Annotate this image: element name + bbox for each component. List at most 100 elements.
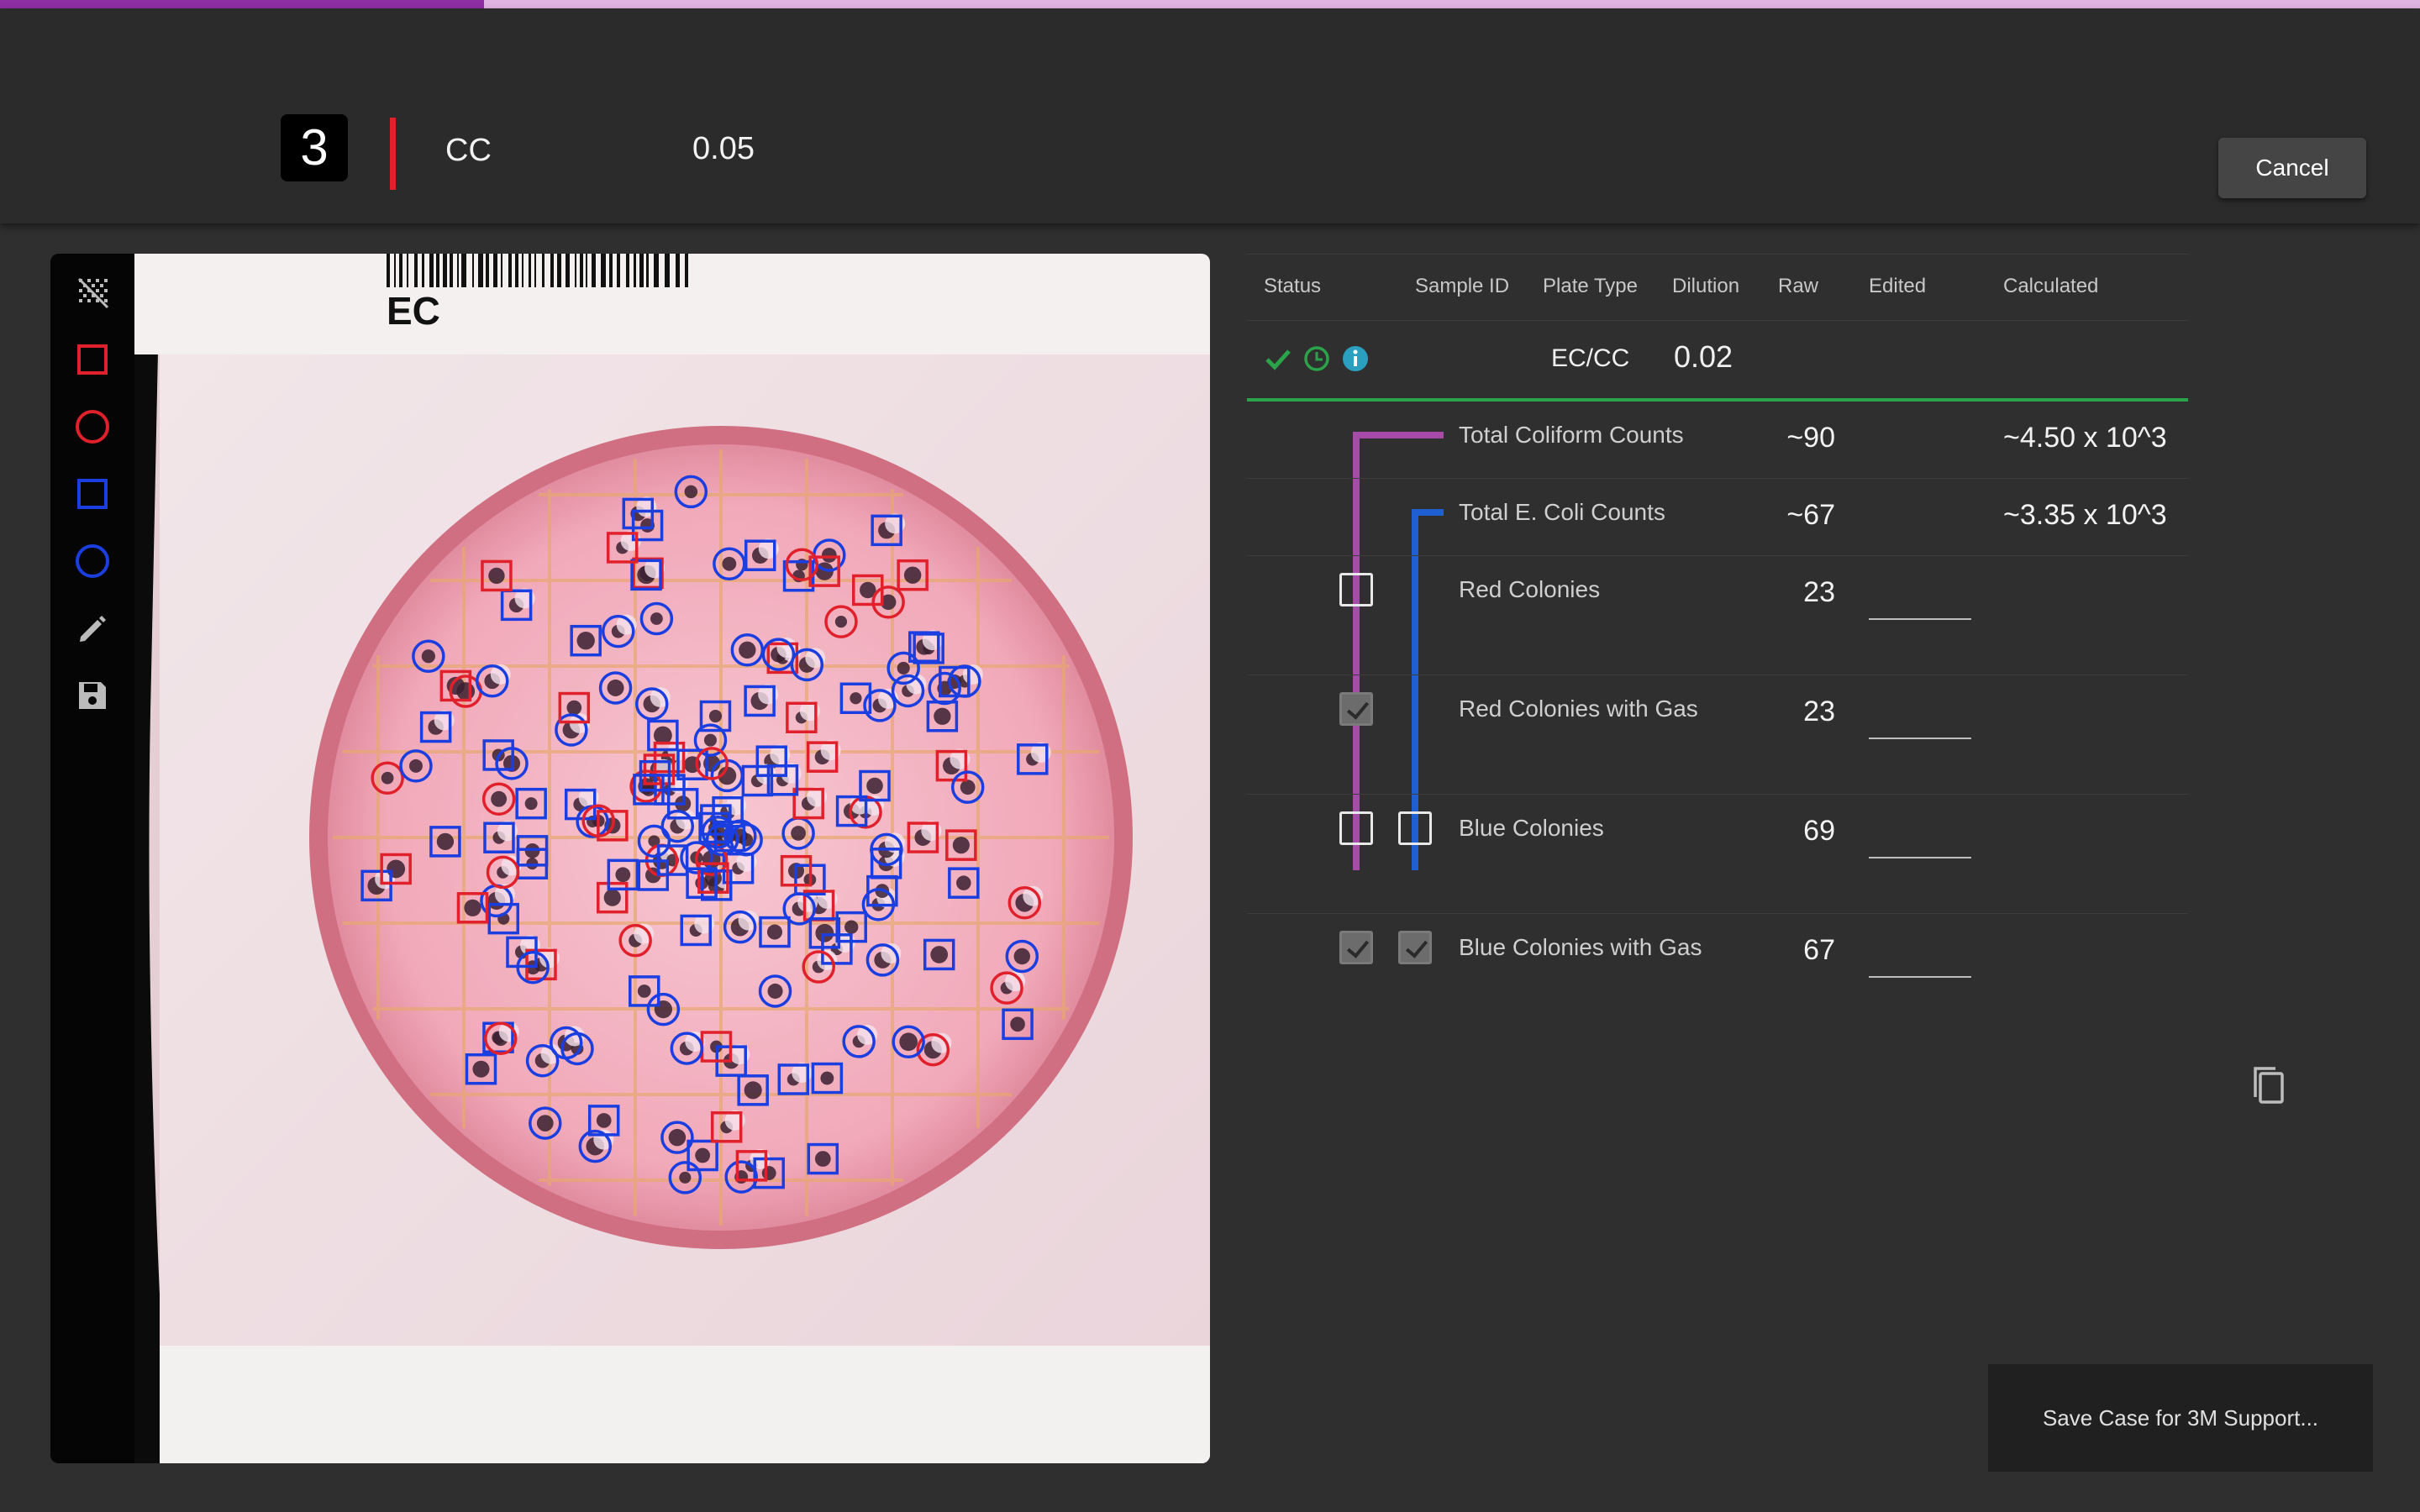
colony-dot: [814, 1151, 831, 1167]
colony-dot: [637, 984, 651, 998]
colony-dot: [791, 826, 806, 841]
colony-dot: [1013, 948, 1031, 965]
colony-dot: [603, 889, 621, 906]
colony-dot: [679, 1171, 692, 1184]
results-table: Status Sample ID Plate Type Dilution Raw…: [1247, 254, 2188, 1015]
colony-dot: [654, 1000, 673, 1019]
colony-dot: [524, 797, 538, 811]
red-circle-icon[interactable]: [71, 405, 114, 449]
blue-square-icon[interactable]: [71, 472, 114, 516]
colony-dot: [952, 837, 970, 854]
save-case-button[interactable]: Save Case for 3M Support...: [1988, 1364, 2373, 1472]
plate-image-panel: EC: [50, 254, 1210, 1463]
header-status: Status: [1264, 275, 1322, 297]
colony-dot: [834, 615, 848, 628]
pencil-icon[interactable]: [71, 606, 114, 650]
colony-dot: [596, 1113, 612, 1128]
colony-dot: [899, 1032, 918, 1052]
colony-dot: [491, 790, 508, 807]
dilution-label: 0.05: [692, 131, 755, 166]
colony-dot: [650, 612, 663, 625]
multi-select-icon[interactable]: [71, 270, 114, 314]
red-colonies-gas-checkbox[interactable]: [1339, 692, 1373, 726]
row-calculated: ~4.50 x 10^3: [2003, 422, 2167, 454]
colony-dot: [815, 923, 834, 942]
colony-dot: [421, 649, 435, 664]
colony-dot: [821, 548, 837, 563]
annotation-toolbar: [50, 254, 134, 1463]
header-plate-type: Plate Type: [1543, 275, 1638, 297]
blue-colonies-gas-ecoli-checkbox[interactable]: [1398, 931, 1432, 964]
row-label: Blue Colonies: [1459, 815, 1604, 841]
header-sample-id: Sample ID: [1415, 275, 1510, 297]
edited-input[interactable]: [1869, 857, 1971, 858]
colony-dot: [576, 631, 595, 650]
edited-input[interactable]: [1869, 738, 1971, 739]
row-calculated: ~3.35 x 10^3: [2003, 499, 2167, 531]
colony-dot: [695, 1147, 711, 1163]
colony-dot: [820, 1071, 834, 1085]
blue-colonies-gas-coliform-checkbox[interactable]: [1339, 931, 1373, 964]
edited-input[interactable]: [1869, 976, 1971, 978]
row-raw: 23: [1803, 696, 1835, 727]
colony-dot: [934, 707, 951, 725]
blue-colonies-coliform-checkbox[interactable]: [1339, 811, 1373, 845]
colony-dot: [930, 946, 949, 963]
row-label: Blue Colonies with Gas: [1459, 934, 1702, 960]
colony-dot: [866, 777, 883, 795]
blue-circle-icon[interactable]: [71, 539, 114, 583]
colony-dot: [744, 1081, 762, 1100]
count-rows: Total Coliform Counts ~90 ~4.50 x 10^3 T…: [1247, 402, 2188, 1015]
colony-dot: [767, 983, 783, 999]
plate-summary-row[interactable]: EC/CC 0.02: [1247, 321, 2188, 402]
red-square-icon[interactable]: [71, 338, 114, 381]
colony-dot: [739, 641, 756, 659]
header-edited: Edited: [1869, 275, 1927, 297]
colony-dot: [684, 485, 698, 499]
colony-dot: [722, 556, 737, 571]
table-header: Status Sample ID Plate Type Dilution Raw…: [1247, 254, 2188, 321]
cancel-button[interactable]: Cancel: [2218, 138, 2366, 198]
colony-dot: [566, 700, 582, 716]
colony-dot: [436, 832, 455, 851]
colony-dot: [607, 679, 624, 696]
plate-number-badge: 3: [281, 114, 348, 181]
colony-dot: [536, 1115, 554, 1131]
header-dilution: Dilution: [1672, 275, 1740, 297]
colony-dot: [850, 692, 862, 705]
info-icon[interactable]: [1341, 344, 1370, 373]
clock-icon: [1304, 346, 1329, 371]
red-colonies-gas-row: Red Colonies with Gas 23: [1247, 675, 2188, 795]
petri-plate-image[interactable]: EC: [134, 254, 1210, 1463]
colony-dot: [903, 566, 922, 584]
colony-dot: [897, 661, 910, 675]
plate-type-label: CC: [445, 133, 492, 168]
header-calculated: Calculated: [2003, 275, 2099, 297]
row-raw: 67: [1803, 934, 1835, 966]
colony-dot: [1010, 1016, 1025, 1032]
progress-bar-fill: [0, 0, 484, 8]
colony-dot: [472, 1060, 490, 1078]
row-label: Total Coliform Counts: [1459, 422, 1684, 448]
header-divider: [390, 118, 396, 190]
plate-label: EC: [387, 289, 440, 333]
colony-dot: [960, 780, 976, 795]
blue-colonies-ecoli-checkbox[interactable]: [1398, 811, 1432, 845]
colony-dot: [464, 899, 481, 916]
copy-icon[interactable]: [2250, 1065, 2287, 1107]
row-raw: ~67: [1786, 499, 1835, 531]
colony-dot: [381, 771, 394, 785]
colony-dot: [766, 924, 783, 940]
save-icon[interactable]: [71, 674, 114, 717]
colony-dot: [668, 1128, 687, 1147]
row-label: Red Colonies with Gas: [1459, 696, 1698, 722]
progress-bar: [0, 0, 2420, 8]
red-colonies-checkbox[interactable]: [1339, 573, 1373, 606]
red-colonies-row: Red Colonies 23: [1247, 556, 2188, 675]
total-coliform-row: Total Coliform Counts ~90 ~4.50 x 10^3: [1247, 402, 2188, 479]
edited-input[interactable]: [1869, 618, 1971, 620]
colony-dot: [408, 759, 423, 773]
colony-dot: [956, 875, 971, 890]
check-icon: [1265, 349, 1291, 370]
colony-dot: [703, 733, 717, 747]
